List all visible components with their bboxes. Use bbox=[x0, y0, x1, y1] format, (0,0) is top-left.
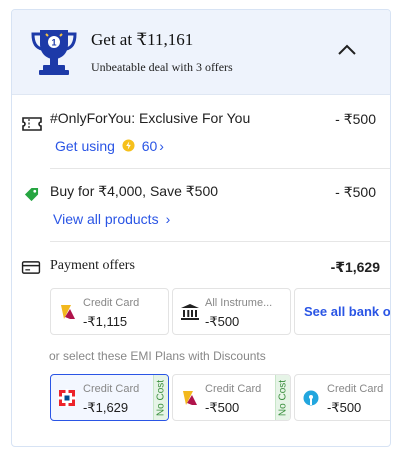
payment-offers-title: Payment offers bbox=[50, 258, 135, 273]
offer-amount: - ₹500 bbox=[335, 111, 376, 127]
get-using-coins-link[interactable]: Get using 60 › bbox=[55, 138, 164, 154]
view-all-products-label: View all products bbox=[53, 211, 159, 227]
price-tag-icon bbox=[24, 187, 39, 202]
payment-offers-amount: -₹1,629 bbox=[330, 259, 380, 275]
tile-label: Credit Card bbox=[83, 383, 140, 395]
tile-value: -₹500 bbox=[205, 314, 240, 329]
see-all-bank-offers-label: See all bank o bbox=[304, 304, 391, 319]
tile-value: -₹1,115 bbox=[83, 314, 128, 329]
tile-label: Credit Card bbox=[205, 383, 262, 395]
offer-amount: - ₹500 bbox=[335, 184, 376, 200]
bank-offer-tile[interactable]: Credit Card -₹1,115 bbox=[50, 288, 169, 335]
tile-value: -₹500 bbox=[205, 400, 240, 415]
divider bbox=[50, 168, 390, 169]
get-using-label: Get using bbox=[55, 138, 115, 154]
chevron-right-icon: › bbox=[165, 211, 171, 227]
no-cost-badge: No Cost bbox=[275, 375, 290, 420]
offers-card: 1 Get at ₹11,161 Unbeatable deal with 3 … bbox=[11, 9, 391, 447]
offer-title: Buy for ₹4,000, Save ₹500 bbox=[50, 183, 219, 199]
divider bbox=[50, 241, 390, 242]
chevron-right-icon: › bbox=[159, 138, 164, 154]
sbi-bank-logo-icon bbox=[303, 390, 319, 406]
offer-price-title: Get at ₹11,161 bbox=[91, 30, 194, 49]
view-all-products-link[interactable]: View all products › bbox=[53, 211, 170, 227]
hdfc-bank-logo-icon bbox=[58, 389, 76, 407]
axis-bank-logo-icon bbox=[61, 305, 75, 319]
bank-icon bbox=[181, 304, 199, 320]
chevron-up-icon[interactable] bbox=[336, 42, 358, 58]
coin-count: 60 bbox=[141, 138, 158, 154]
trophy-icon: 1 bbox=[31, 30, 77, 75]
emi-plan-tile[interactable]: Credit Card -₹500 bbox=[294, 374, 390, 421]
offers-header[interactable]: 1 Get at ₹11,161 Unbeatable deal with 3 … bbox=[12, 10, 390, 95]
no-cost-badge: No Cost bbox=[153, 375, 168, 420]
emi-plan-tile[interactable]: Credit Card -₹1,629 No Cost bbox=[50, 374, 169, 421]
emi-caption: or select these EMI Plans with Discounts bbox=[49, 349, 266, 363]
emi-plan-tile[interactable]: Credit Card -₹500 No Cost bbox=[172, 374, 291, 421]
tile-label: Credit Card bbox=[327, 383, 384, 395]
offer-count-subtitle: Unbeatable deal with 3 offers bbox=[91, 60, 233, 74]
tile-label: Credit Card bbox=[83, 297, 140, 309]
bank-offer-tile[interactable]: All Instrume... -₹500 bbox=[172, 288, 291, 335]
supercoin-icon bbox=[122, 139, 135, 152]
svg-text:1: 1 bbox=[51, 38, 56, 48]
ticket-icon bbox=[22, 117, 42, 131]
tile-value: -₹1,629 bbox=[83, 400, 129, 415]
tile-value: -₹500 bbox=[327, 400, 362, 415]
tile-label: All Instrume... bbox=[205, 297, 273, 309]
offer-title: #OnlyForYou: Exclusive For You bbox=[50, 110, 251, 126]
card-icon bbox=[21, 261, 41, 274]
see-all-bank-offers-tile[interactable]: See all bank o bbox=[294, 288, 391, 335]
axis-bank-logo-icon bbox=[183, 391, 197, 405]
